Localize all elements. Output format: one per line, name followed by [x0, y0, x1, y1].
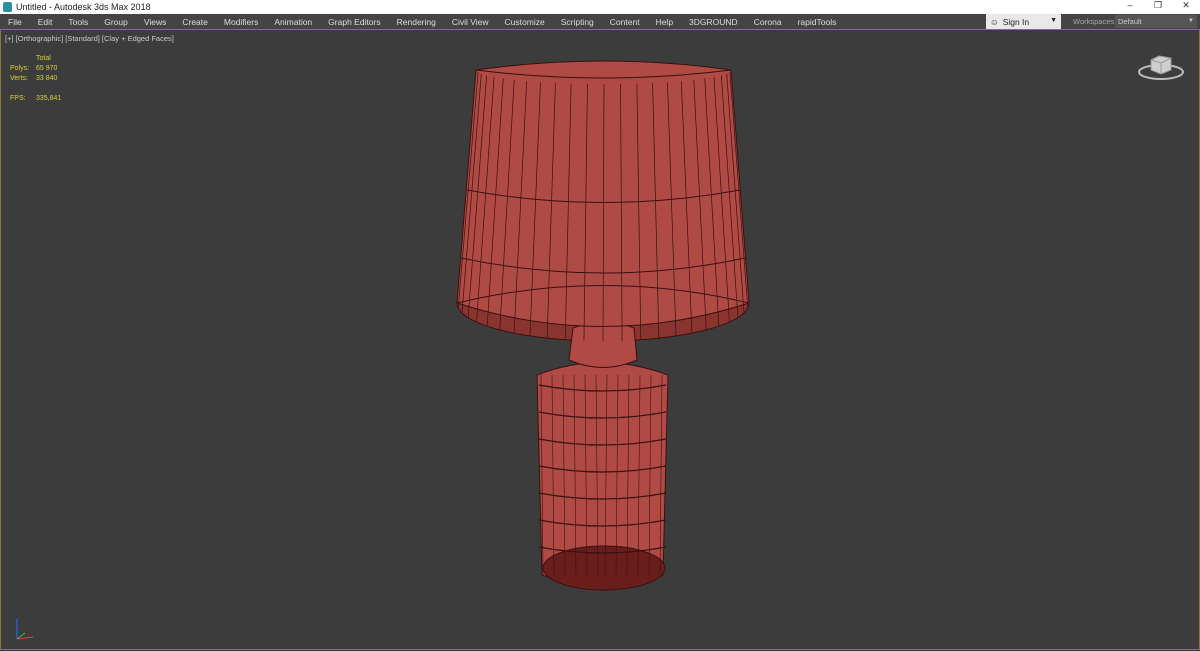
menu-group[interactable]: Group [96, 17, 136, 27]
viewport-label-menu[interactable]: [+] [Orthographic] [Standard] [Clay + Ed… [5, 34, 174, 43]
workspaces-label: Workspaces: [1073, 17, 1117, 26]
menu-civil-view[interactable]: Civil View [444, 17, 497, 27]
menu-graph-editors[interactable]: Graph Editors [320, 17, 388, 27]
menu-scripting[interactable]: Scripting [553, 17, 602, 27]
chevron-down-icon: ▼ [1188, 18, 1194, 24]
menu-create[interactable]: Create [174, 17, 216, 27]
workspaces-value: Default [1118, 17, 1142, 26]
axis-gizmo-icon [16, 619, 34, 640]
app-icon [3, 2, 12, 12]
stats-overlay: Total Polys: 65 970 Verts: 33 840 FPS: 335,… [10, 54, 61, 104]
menu-animation[interactable]: Animation [266, 17, 320, 27]
fps-value: 335,841 [36, 95, 62, 102]
user-icon: ☺ [990, 16, 999, 27]
stats-header: Total [36, 55, 51, 62]
menu-file[interactable]: File [0, 17, 30, 27]
fps-label: FPS: [10, 95, 26, 102]
sign-in-label: Sign In [1002, 16, 1030, 27]
title-bar: Untitled - Autodesk 3ds Max 2018 – ❐ ✕ [0, 0, 1200, 14]
polys-value: 65 970 [36, 65, 58, 72]
minimize-button[interactable]: – [1116, 0, 1144, 11]
menu-3dground[interactable]: 3DGROUND [681, 17, 746, 27]
menu-content[interactable]: Content [602, 17, 648, 27]
verts-label: Verts: [10, 75, 28, 82]
viewcube-icon[interactable] [1137, 54, 1187, 82]
menu-rendering[interactable]: Rendering [389, 17, 444, 27]
menu-customize[interactable]: Customize [497, 17, 553, 27]
lamp-model [456, 60, 750, 591]
verts-value: 33 840 [36, 75, 58, 82]
chevron-down-icon: ▼ [1050, 17, 1057, 24]
polys-label: Polys: [10, 65, 30, 72]
viewport-orthographic[interactable]: [+] [Orthographic] [Standard] [Clay + Ed… [0, 29, 1200, 650]
window-title: Untitled - Autodesk 3ds Max 2018 [16, 2, 151, 12]
sign-in-button[interactable]: ☺ Sign In ▼ [986, 14, 1061, 29]
menu-edit[interactable]: Edit [30, 17, 61, 27]
menu-modifiers[interactable]: Modifiers [216, 17, 266, 27]
menu-views[interactable]: Views [136, 17, 175, 27]
menu-corona[interactable]: Corona [746, 17, 790, 27]
menu-tools[interactable]: Tools [60, 17, 96, 27]
close-button[interactable]: ✕ [1172, 0, 1200, 11]
restore-button[interactable]: ❐ [1144, 0, 1172, 11]
menu-rapidtools[interactable]: rapidTools [790, 17, 845, 27]
workspaces-select[interactable]: Default ▼ [1115, 15, 1197, 28]
menu-help[interactable]: Help [648, 17, 681, 27]
